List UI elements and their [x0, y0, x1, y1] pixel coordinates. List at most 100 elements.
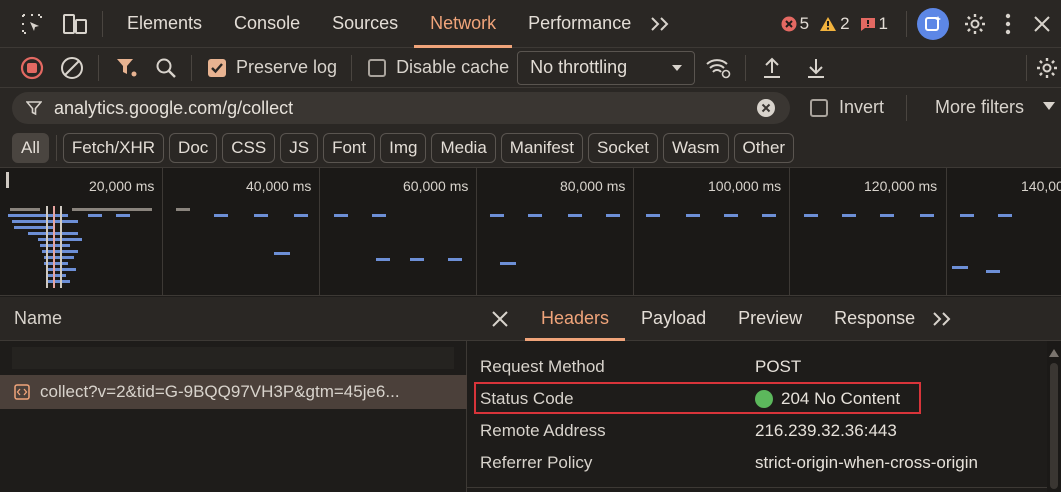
tab-performance[interactable]: Performance [512, 0, 647, 48]
timeline-gridline [319, 168, 320, 296]
request-bar [528, 214, 542, 217]
request-bar [960, 214, 974, 217]
device-toolbar-icon[interactable] [62, 13, 88, 35]
chip-manifest[interactable]: Manifest [500, 132, 584, 163]
request-bar [334, 214, 348, 217]
request-bar [372, 214, 386, 217]
chip-all[interactable]: All [12, 132, 49, 163]
timeline-overview[interactable]: 20,000 ms 40,000 ms 60,000 ms 80,000 ms … [0, 168, 1061, 296]
request-bar [176, 208, 190, 211]
request-bars-cluster [8, 206, 82, 288]
ai-assistant-icon[interactable] [917, 7, 949, 40]
close-devtools-icon[interactable] [1033, 15, 1051, 33]
error-count-badge[interactable]: 5 [781, 14, 809, 34]
request-bar [274, 252, 290, 255]
request-bar [804, 214, 818, 217]
timeline-gridline [162, 168, 163, 296]
error-count: 5 [799, 13, 810, 33]
invert-label[interactable]: Invert [839, 97, 884, 118]
inspect-element-icon[interactable] [20, 12, 44, 36]
request-bar [490, 214, 504, 217]
close-details-icon[interactable] [491, 310, 509, 328]
preserve-log-checkbox[interactable] [208, 58, 226, 77]
filter-input-box[interactable]: analytics.google.com/g/collect [12, 92, 790, 124]
settings-gear-icon[interactable] [963, 12, 987, 36]
header-row-referrer-policy: Referrer Policy strict-origin-when-cross… [480, 447, 1040, 479]
chip-js[interactable]: JS [280, 132, 319, 163]
more-options-icon[interactable] [1005, 13, 1011, 35]
request-bar [254, 214, 268, 217]
tab-network[interactable]: Network [414, 0, 513, 48]
request-bar [88, 214, 102, 217]
request-bar [500, 262, 516, 265]
clear-filter-icon[interactable] [756, 98, 776, 118]
request-row-collect[interactable]: collect?v=2&tid=G-9BQQ97VH3P&gtm=45je6..… [0, 375, 467, 409]
search-icon[interactable] [155, 57, 177, 79]
timeline-tick-label: 100,000 ms [708, 178, 782, 194]
request-bar [880, 214, 894, 217]
disable-cache-label[interactable]: Disable cache [396, 57, 509, 78]
chip-socket[interactable]: Socket [588, 132, 659, 163]
chip-font[interactable]: Font [323, 132, 376, 163]
request-bar [294, 214, 308, 217]
tab-console[interactable]: Console [218, 0, 316, 48]
tab-elements[interactable]: Elements [111, 0, 218, 48]
network-conditions-icon[interactable] [705, 57, 733, 79]
status-code-highlight-box [474, 382, 921, 414]
request-bar [986, 270, 1000, 273]
request-bar [646, 214, 660, 217]
details-tabbar: Headers Payload Preview Response [467, 297, 1061, 341]
header-value: 216.239.32.36:443 [755, 421, 897, 440]
timeline-tick-label: 120,000 ms [864, 178, 938, 194]
tab-response[interactable]: Response [818, 297, 931, 341]
chip-wasm[interactable]: Wasm [663, 132, 729, 163]
tab-headers[interactable]: Headers [525, 297, 626, 341]
record-stop-icon[interactable] [20, 56, 44, 80]
timeline-tick-label: 60,000 ms [403, 178, 469, 194]
issue-count-badge[interactable]: 1 [860, 14, 888, 34]
more-tabs-icon[interactable] [649, 16, 671, 32]
issue-count: 1 [878, 13, 888, 33]
header-value: POST [755, 357, 802, 376]
invert-checkbox[interactable] [810, 99, 828, 117]
chip-css[interactable]: CSS [222, 132, 276, 163]
divider [906, 95, 907, 121]
timeline-gridline [789, 168, 790, 296]
name-column-header[interactable]: Name [0, 297, 467, 341]
scroll-up-arrow-icon[interactable] [1049, 349, 1059, 357]
warning-icon [819, 16, 837, 32]
chip-fetch-xhr[interactable]: Fetch/XHR [62, 132, 165, 163]
tab-sources[interactable]: Sources [316, 0, 414, 48]
details-scrollbar[interactable] [1047, 341, 1061, 492]
export-har-icon[interactable] [806, 57, 826, 79]
preserve-log-label[interactable]: Preserve log [236, 57, 337, 78]
devtools-tabbar: Elements Console Sources Network Perform… [0, 0, 1061, 48]
more-detail-tabs-icon[interactable] [931, 311, 953, 327]
request-bar [952, 266, 968, 269]
request-bar [998, 214, 1012, 217]
network-toolbar: Preserve log Disable cache No throttling [0, 48, 1061, 88]
request-bar [606, 214, 620, 217]
warning-count-badge[interactable]: 2 [819, 14, 850, 34]
scrollbar-thumb[interactable] [1050, 363, 1058, 489]
overview-handle[interactable] [6, 172, 9, 188]
filter-input[interactable]: analytics.google.com/g/collect [54, 98, 756, 119]
chip-img[interactable]: Img [380, 132, 427, 163]
clear-icon[interactable] [60, 56, 84, 80]
chip-doc[interactable]: Doc [169, 132, 218, 163]
filter-funnel-icon[interactable] [115, 56, 139, 80]
tab-preview[interactable]: Preview [722, 297, 818, 341]
throttling-select[interactable]: No throttling [517, 50, 696, 85]
tab-payload[interactable]: Payload [625, 297, 722, 341]
chip-other[interactable]: Other [733, 132, 795, 163]
request-bar [686, 214, 700, 217]
chip-media[interactable]: Media [431, 132, 496, 163]
disable-cache-checkbox[interactable] [368, 58, 387, 77]
request-row-placeholder [12, 347, 454, 369]
request-type-icon [14, 384, 30, 400]
network-settings-gear-icon[interactable] [1035, 56, 1059, 80]
header-row-request-method: Request Method POST [480, 351, 1040, 383]
import-har-icon[interactable] [762, 57, 782, 79]
more-filters-button[interactable]: More filters [935, 97, 1024, 118]
request-bar [72, 208, 152, 211]
